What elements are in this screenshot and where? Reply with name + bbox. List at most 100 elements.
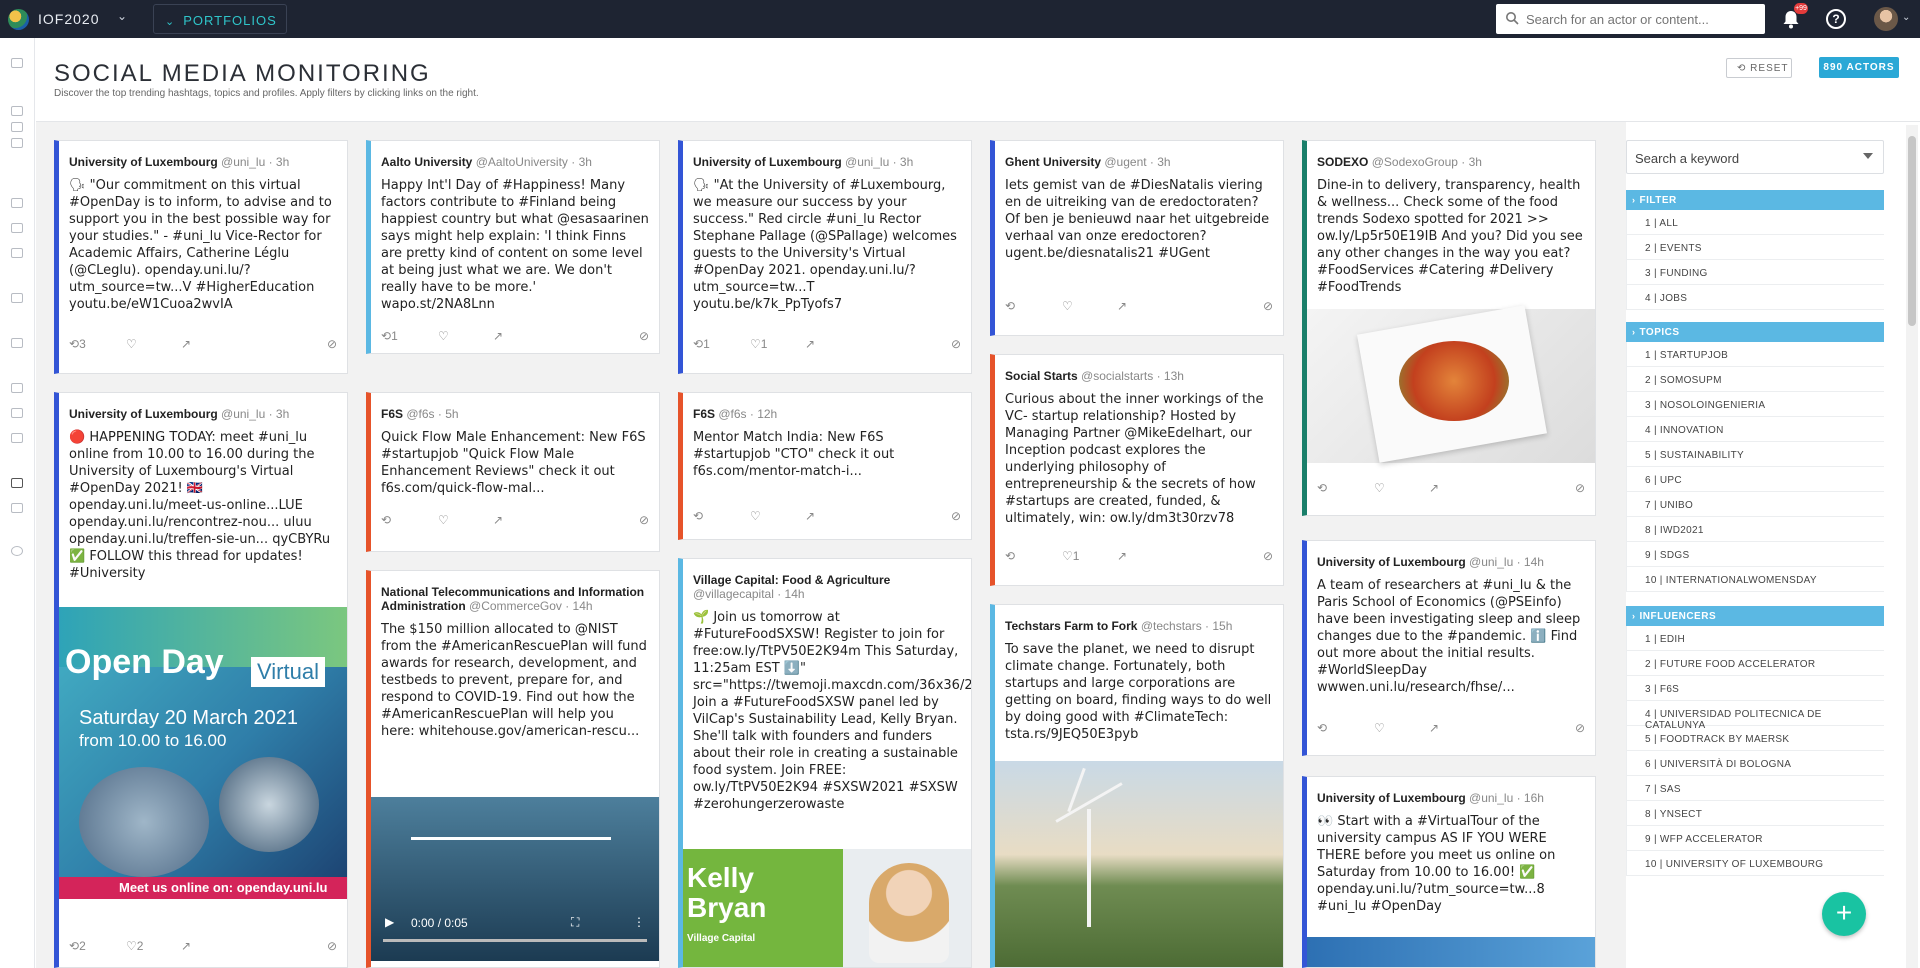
share-icon[interactable]: ↗ <box>181 939 191 953</box>
tweet-author[interactable]: University of Luxembourg <box>69 407 218 421</box>
tweet-card[interactable]: Aalto University @AaltoUniversity · 3h H… <box>366 140 660 354</box>
keyword-search[interactable]: Search a keyword <box>1626 140 1884 174</box>
layers-icon[interactable] <box>11 138 23 148</box>
filter-item[interactable]: 1 | ALL <box>1626 210 1884 235</box>
tweet-card[interactable]: F6S @f6s · 5h Quick Flow Male Enhancemen… <box>366 392 660 552</box>
speaker-image[interactable]: Kelly Bryan Village Capital <box>683 849 971 967</box>
org-logo[interactable] <box>8 9 29 30</box>
more-icon[interactable]: ⋮ <box>633 915 645 929</box>
retweet-button[interactable]: ⟲ <box>381 513 391 527</box>
video-progress[interactable] <box>383 939 647 942</box>
topic-item[interactable]: 10 | INTERNATIONALWOMENSDAY <box>1626 567 1884 592</box>
retweet-button[interactable]: ⟲ 1 <box>381 329 398 343</box>
info-icon[interactable] <box>11 546 23 556</box>
like-button[interactable]: ♡ <box>1062 299 1073 313</box>
list-icon[interactable] <box>11 198 23 208</box>
influencers-section-header[interactable]: › INFLUENCERS <box>1626 606 1884 626</box>
tweet-card[interactable]: University of Luxembourg @uni_lu · 16h 👀… <box>1302 776 1596 968</box>
like-button[interactable]: ♡ <box>1374 721 1385 735</box>
portfolios-button[interactable]: ⌄ PORTFOLIOS <box>153 4 287 34</box>
like-button[interactable]: ♡ 1 <box>750 337 767 351</box>
tweet-author[interactable]: Techstars Farm to Fork <box>1005 619 1137 633</box>
share-icon[interactable] <box>11 433 23 443</box>
like-button[interactable]: ♡ <box>126 337 137 351</box>
share-icon[interactable]: ↗ <box>1117 549 1127 563</box>
tweet-author[interactable]: Ghent University <box>1005 155 1101 169</box>
tweet-author[interactable]: F6S <box>693 407 715 421</box>
tweet-card[interactable]: University of Luxembourg @uni_lu · 3h 🗣 … <box>678 140 972 374</box>
tweet-card[interactable]: Village Capital: Food & Agriculture @vil… <box>678 558 972 968</box>
like-button[interactable]: ♡ <box>1374 481 1385 495</box>
topic-item[interactable]: 6 | UPC <box>1626 467 1884 492</box>
play-icon[interactable]: ▶ <box>385 915 394 929</box>
users-icon[interactable] <box>11 503 23 513</box>
topic-item[interactable]: 8 | IWD2021 <box>1626 517 1884 542</box>
topic-item[interactable]: 4 | INNOVATION <box>1626 417 1884 442</box>
topic-item[interactable]: 1 | STARTUPJOB <box>1626 342 1884 367</box>
food-image[interactable] <box>1307 305 1595 463</box>
influencer-item[interactable]: 9 | WFP ACCELERATOR <box>1626 826 1884 851</box>
influencer-item[interactable]: 8 | YNSECT <box>1626 801 1884 826</box>
retweet-button[interactable]: ⟲ 3 <box>69 337 86 351</box>
like-button[interactable]: ♡ 2 <box>126 939 143 953</box>
share-icon[interactable]: ↗ <box>805 509 815 523</box>
topic-item[interactable]: 7 | UNIBO <box>1626 492 1884 517</box>
hide-icon[interactable]: ⊘ <box>639 329 649 343</box>
influencer-item[interactable]: 3 | F6S <box>1626 676 1884 701</box>
avatar[interactable] <box>1874 7 1898 31</box>
actors-count-button[interactable]: 890 ACTORS <box>1819 57 1899 78</box>
share-icon[interactable]: ↗ <box>181 337 191 351</box>
tweet-card[interactable]: SODEXO @SodexoGroup · 3h Dine-in to deli… <box>1302 140 1596 516</box>
add-button[interactable]: + <box>1822 892 1866 936</box>
global-search[interactable] <box>1496 4 1765 34</box>
tweet-author[interactable]: F6S <box>381 407 403 421</box>
wind-turbine-image[interactable] <box>995 761 1283 967</box>
rss-icon[interactable] <box>11 478 23 488</box>
grid-icon[interactable] <box>11 223 23 233</box>
tweet-author[interactable]: SODEXO <box>1317 155 1368 169</box>
tweet-card[interactable]: Ghent University @ugent · 3h Iets gemist… <box>990 140 1284 336</box>
influencer-item[interactable]: 4 | UNIVERSIDAD POLITECNICA DE CATALUNYA <box>1626 701 1884 731</box>
tweet-card[interactable]: Social Starts @socialstarts · 13h Curiou… <box>990 354 1284 586</box>
megaphone-icon[interactable] <box>11 106 23 116</box>
share-icon[interactable]: ↗ <box>1117 299 1127 313</box>
influencer-item[interactable]: 6 | UNIVERSITÀ DI BOLOGNA <box>1626 751 1884 776</box>
share-icon[interactable]: ↗ <box>493 513 503 527</box>
like-button[interactable]: ♡ <box>438 329 449 343</box>
tweet-card[interactable]: National Telecommunications and Informat… <box>366 570 660 968</box>
tweet-author[interactable]: Social Starts <box>1005 369 1078 383</box>
tweet-author[interactable]: Aalto University <box>381 155 472 169</box>
influencer-item[interactable]: 1 | EDIH <box>1626 626 1884 651</box>
topics-section-header[interactable]: › TOPICS <box>1626 322 1884 342</box>
tweet-card[interactable]: University of Luxembourg @uni_lu · 3h 🔴 … <box>54 392 348 968</box>
bookmark-icon[interactable] <box>11 122 23 132</box>
topic-item[interactable]: 5 | SUSTAINABILITY <box>1626 442 1884 467</box>
tweet-author[interactable]: University of Luxembourg <box>1317 555 1466 569</box>
print-icon[interactable] <box>11 338 23 348</box>
tweet-card[interactable]: Techstars Farm to Fork @techstars · 15h … <box>990 604 1284 968</box>
influencer-item[interactable]: 10 | UNIVERSITY OF LUXEMBOURG <box>1626 851 1884 876</box>
org-name[interactable]: IOF2020 <box>38 11 99 27</box>
search-input[interactable] <box>1526 10 1756 28</box>
tweet-card[interactable]: University of Luxembourg @uni_lu · 3h 🗣 … <box>54 140 348 374</box>
help-icon[interactable]: ? <box>1826 9 1846 29</box>
retweet-button[interactable]: ⟲ 1 <box>693 337 710 351</box>
tweet-author[interactable]: University of Luxembourg <box>69 155 218 169</box>
openday-image[interactable]: Open Day Virtual Saturday 20 March 2021 … <box>59 607 347 899</box>
retweet-button[interactable]: ⟲ <box>693 509 703 523</box>
hide-icon[interactable]: ⊘ <box>327 939 337 953</box>
hide-icon[interactable]: ⊘ <box>1575 481 1585 495</box>
hide-icon[interactable]: ⊘ <box>327 337 337 351</box>
retweet-button[interactable]: ⟲ 2 <box>69 939 86 953</box>
network-icon[interactable] <box>11 293 23 303</box>
home-icon[interactable] <box>11 58 23 68</box>
like-button[interactable]: ♡ <box>438 513 449 527</box>
filter-item[interactable]: 2 | EVENTS <box>1626 235 1884 260</box>
hide-icon[interactable]: ⊘ <box>1263 299 1273 313</box>
hide-icon[interactable]: ⊘ <box>1263 549 1273 563</box>
reset-button[interactable]: ⟲ RESET <box>1726 58 1792 78</box>
influencer-item[interactable]: 7 | SAS <box>1626 776 1884 801</box>
video-player[interactable]: ▶ 0:00 / 0:05 ⛶ ⋮ <box>371 797 659 961</box>
tweet-card[interactable]: University of Luxembourg @uni_lu · 14h A… <box>1302 540 1596 756</box>
tweet-author[interactable]: Village Capital: Food & Agriculture <box>693 573 890 587</box>
